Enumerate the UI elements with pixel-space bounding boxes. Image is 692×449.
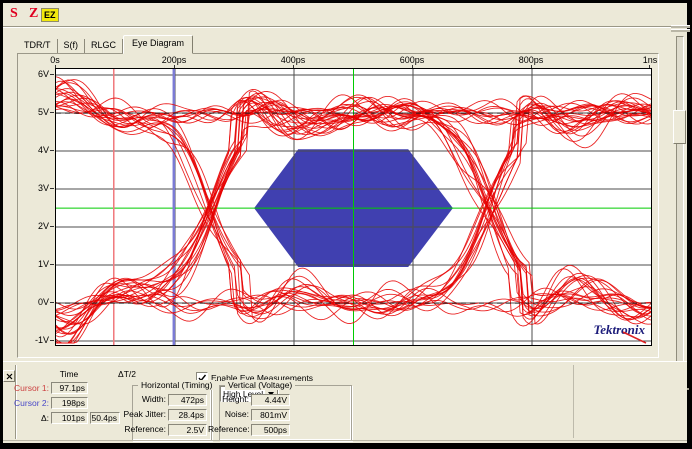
y-tickmark <box>50 74 54 75</box>
y-tickmark <box>50 226 54 227</box>
noise-field[interactable]: 801mV <box>251 409 290 421</box>
splitter-grip[interactable] <box>671 25 690 33</box>
eye-diagram-plot[interactable]: Tektronix <box>55 68 652 346</box>
cursor1-time-field[interactable]: 97.1ps <box>51 382 88 394</box>
panel-close-button[interactable] <box>3 370 15 382</box>
ez-logo-badge[interactable]: EZ <box>41 8 59 22</box>
y-tick-1v: 1V <box>23 259 49 269</box>
horizontal-timing-title: Horizontal (Timing) <box>138 380 215 390</box>
y-tick-6v: 6V <box>23 69 49 79</box>
eye-diagram-svg <box>56 69 651 345</box>
tab-strip: TDR/T S(f) RLGC Eye Diagram <box>18 36 193 53</box>
x-tick-800ps: 800ps <box>509 55 553 65</box>
s-parameters-logo[interactable]: S <box>10 7 18 21</box>
delta-label: Δ: <box>5 412 49 424</box>
x-tick-600ps: 600ps <box>390 55 434 65</box>
y-tick-5v: 5V <box>23 107 49 117</box>
y-tick-4v: 4V <box>23 145 49 155</box>
width-field[interactable]: 472ps <box>168 394 207 406</box>
close-icon <box>6 373 13 380</box>
y-tickmark <box>50 302 54 303</box>
width-label: Width: <box>135 394 166 405</box>
height-field[interactable]: 4.44V <box>251 394 290 406</box>
tab-rlgc[interactable]: RLGC <box>85 39 123 53</box>
header-delta-t-half: ΔT/2 <box>109 368 145 380</box>
cursor1-label: Cursor 1: <box>5 382 49 394</box>
y-tickmark <box>50 150 54 151</box>
h-reference-field[interactable]: 2.5V <box>168 424 207 436</box>
toolbar-divider <box>3 26 687 28</box>
noise-label: Noise: <box>222 409 249 420</box>
y-tickmark <box>50 340 54 341</box>
x-tick-0s: 0s <box>33 55 77 65</box>
y-tick-0v: 0V <box>23 297 49 307</box>
plot-scale-slider-track[interactable] <box>676 36 684 386</box>
vertical-voltage-title: Vertical (Voltage) <box>225 380 295 390</box>
panel-bottom-groove <box>3 440 687 441</box>
peak-jitter-label: Peak Jitter: <box>119 409 166 420</box>
panel-divider <box>573 365 574 438</box>
tab-tdr-t[interactable]: TDR/T <box>18 39 58 53</box>
eye-diagram-panel: 0s 200ps 400ps 600ps 800ps 1ns 6V 5V 4V … <box>17 53 659 358</box>
x-tick-400ps: 400ps <box>271 55 315 65</box>
x-tick-1ns: 1ns <box>628 55 672 65</box>
v-reference-label: Reference: <box>208 424 249 435</box>
delta-t-half-field[interactable]: 50.4ps <box>90 412 120 424</box>
vertical-voltage-group: Vertical (Voltage) Height: 4.44V Noise: … <box>219 385 352 441</box>
y-tick-neg1v: -1V <box>23 335 49 345</box>
y-tick-2v: 2V <box>23 221 49 231</box>
app-window: S Z EZ TDR/T S(f) RLGC Eye Diagram 0s 20… <box>0 0 692 449</box>
cursor2-time-field[interactable]: 198ps <box>51 397 88 409</box>
height-label: Height: <box>222 394 249 405</box>
delta-time-field[interactable]: 101ps <box>51 412 88 424</box>
h-reference-label: Reference: <box>123 424 166 435</box>
tab-sf[interactable]: S(f) <box>58 39 86 53</box>
tab-eye-diagram[interactable]: Eye Diagram <box>123 35 193 54</box>
peak-jitter-field[interactable]: 28.4ps <box>168 409 207 421</box>
x-tick-200ps: 200ps <box>152 55 196 65</box>
horizontal-timing-group: Horizontal (Timing) Width: 472ps Peak Ji… <box>132 385 212 441</box>
v-reference-field[interactable]: 500ps <box>251 424 290 436</box>
tektronix-slash-icon <box>621 330 649 344</box>
y-tickmark <box>50 264 54 265</box>
y-tick-3v: 3V <box>23 183 49 193</box>
plot-scale-slider-thumb[interactable] <box>673 110 686 144</box>
z-impedance-logo[interactable]: Z <box>29 7 38 21</box>
measurement-panel: Time ΔT/2 Cursor 1: 97.1ps Cursor 2: 198… <box>3 361 687 442</box>
y-tickmark <box>50 188 54 189</box>
y-tickmark <box>50 112 54 113</box>
header-time: Time <box>51 368 87 380</box>
cursor2-label: Cursor 2: <box>5 397 49 409</box>
